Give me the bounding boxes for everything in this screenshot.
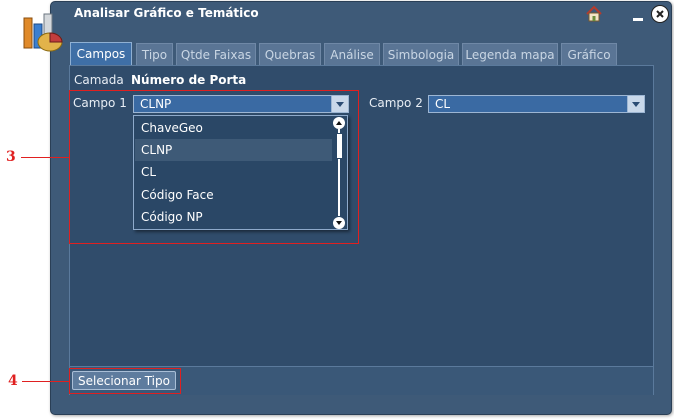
annotation-line-4 — [22, 381, 69, 382]
home-icon[interactable] — [585, 5, 603, 23]
campo2-selected-value: CL — [435, 97, 451, 111]
annotation-number-3: 3 — [6, 149, 16, 165]
annotation-box-3 — [69, 90, 359, 244]
tab-campos[interactable]: Campos — [70, 42, 132, 65]
annotation-line-3 — [21, 157, 69, 158]
annotation-number-4: 4 — [8, 373, 18, 389]
tab-simbologia[interactable]: Simbologia — [383, 43, 459, 65]
minimize-icon[interactable] — [633, 18, 643, 21]
tab-analise[interactable]: Análise — [324, 43, 380, 65]
tab-grafico[interactable]: Gráfico — [561, 43, 617, 65]
app-chart-icon — [23, 13, 63, 52]
tab-legenda-mapa[interactable]: Legenda mapa — [462, 43, 558, 65]
campo2-label: Campo 2 — [369, 96, 423, 110]
camada-label: Camada — [74, 73, 124, 87]
window-title: Analisar Gráfico e Temático — [74, 6, 259, 20]
chevron-down-icon[interactable] — [627, 96, 644, 112]
camada-value: Número de Porta — [131, 73, 247, 87]
tab-quebras[interactable]: Quebras — [259, 43, 321, 65]
close-icon[interactable] — [651, 5, 669, 23]
tab-qtde-faixas[interactable]: Qtde Faixas — [176, 43, 256, 65]
annotation-box-4 — [69, 368, 181, 394]
campo2-select[interactable]: CL — [428, 95, 645, 113]
tab-tipo[interactable]: Tipo — [136, 43, 173, 65]
